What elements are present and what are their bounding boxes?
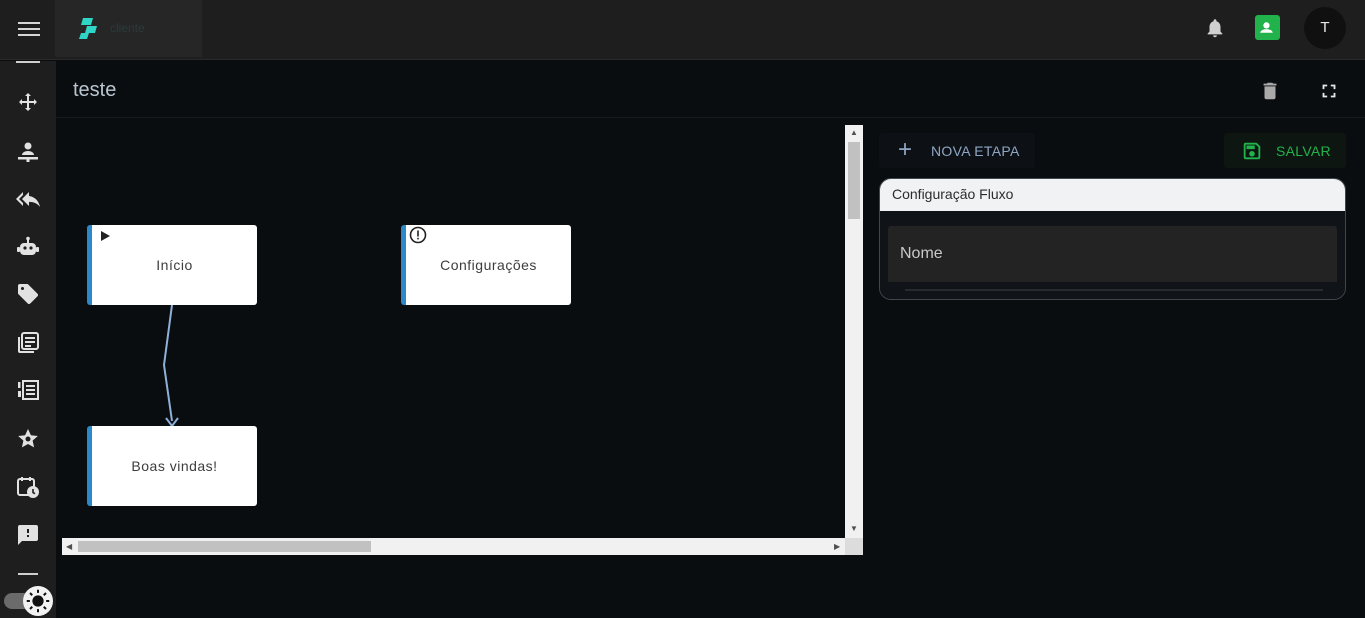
error-icon [409, 226, 427, 244]
sidebar-item-ratings[interactable] [14, 425, 42, 453]
star-rate-icon [18, 429, 38, 448]
save-label: SALVAR [1276, 143, 1331, 159]
contact-phone-icon [1260, 22, 1273, 33]
flow-node-inicio[interactable]: Início [87, 225, 257, 305]
scrollbar-corner [845, 538, 863, 555]
flow-name-underline [905, 289, 1323, 291]
sidebar-item-quick-replies[interactable] [14, 185, 42, 213]
page-title: teste [73, 79, 117, 101]
sidebar-item-chatbot[interactable] [14, 233, 42, 261]
add-icon: + [898, 136, 913, 163]
new-step-button[interactable]: + NOVA ETAPA [879, 133, 1035, 168]
scroll-left-arrow-icon[interactable]: ◀ [66, 542, 72, 551]
sidebar-item-lists[interactable] [14, 376, 42, 404]
move-arrows-icon [19, 93, 37, 111]
sidebar-item-flows[interactable] [14, 89, 42, 117]
sidebar-item-queues[interactable] [14, 138, 42, 166]
page-header: teste [56, 61, 1365, 118]
canvas-horizontal-scrollbar[interactable]: ◀ ▶ [62, 538, 845, 555]
flow-name-placeholder: Nome [900, 245, 943, 262]
flow-node-label: Configurações [440, 257, 537, 273]
scroll-right-arrow-icon[interactable]: ▶ [834, 542, 840, 551]
sidebar [0, 61, 56, 618]
logo-mark-icon [79, 18, 97, 39]
flow-config-card: Configuração Fluxo Nome [879, 178, 1346, 300]
sidebar-partial-icon-bottom [18, 573, 38, 579]
theme-toggle[interactable] [4, 586, 54, 616]
flow-edge-inicio-boas-vindas [162, 304, 173, 422]
canvas-vertical-scrollbar[interactable]: ▲ ▼ [845, 125, 863, 538]
scroll-up-arrow-icon[interactable]: ▲ [850, 128, 858, 137]
logo-text: cliente [110, 21, 145, 35]
scroll-down-arrow-icon[interactable]: ▼ [850, 524, 858, 533]
brightness-icon [26, 589, 50, 613]
new-step-label: NOVA ETAPA [931, 143, 1020, 159]
top-app-bar: cliente T [0, 0, 1365, 60]
robot-icon [17, 236, 39, 255]
horizontal-scroll-thumb[interactable] [78, 541, 371, 552]
flow-node-label: Boas vindas! [131, 458, 218, 474]
calendar-clock-icon [17, 477, 39, 498]
sidebar-item-schedules[interactable] [14, 473, 42, 501]
flow-config-body: Nome [880, 211, 1345, 299]
reply-all-icon [16, 192, 40, 207]
flow-config-title: Configuração Fluxo [880, 179, 1345, 211]
library-books-icon [18, 332, 39, 353]
flow-canvas[interactable]: Início Configurações Boas vindas! [62, 125, 845, 538]
sidebar-item-tags[interactable] [14, 280, 42, 308]
delete-trash-icon[interactable] [1259, 80, 1281, 102]
list-numbered-icon [18, 380, 39, 400]
tag-icon [18, 284, 38, 304]
sidebar-item-library[interactable] [14, 329, 42, 357]
save-button[interactable]: SALVAR [1224, 133, 1346, 168]
play-icon [97, 228, 113, 244]
user-avatar[interactable]: T [1304, 7, 1346, 49]
feedback-icon [18, 525, 38, 545]
flow-name-field[interactable]: Nome [888, 226, 1337, 282]
save-icon [1243, 142, 1261, 160]
flow-node-configuracoes[interactable]: Configurações [401, 225, 571, 305]
flow-node-label: Início [156, 257, 193, 273]
logo[interactable]: cliente [55, 0, 202, 57]
sidebar-item-feedback[interactable] [14, 521, 42, 549]
whatsapp-connection-button[interactable] [1255, 15, 1280, 40]
notifications-bell-icon[interactable] [1204, 17, 1226, 39]
sidebar-partial-icon [16, 61, 40, 64]
theme-toggle-knob [23, 586, 53, 616]
fullscreen-icon[interactable] [1318, 80, 1340, 102]
person-pin-icon [18, 142, 38, 162]
menu-icon[interactable] [18, 18, 40, 40]
vertical-scroll-thumb[interactable] [848, 142, 860, 219]
flow-node-boas-vindas[interactable]: Boas vindas! [87, 426, 257, 506]
